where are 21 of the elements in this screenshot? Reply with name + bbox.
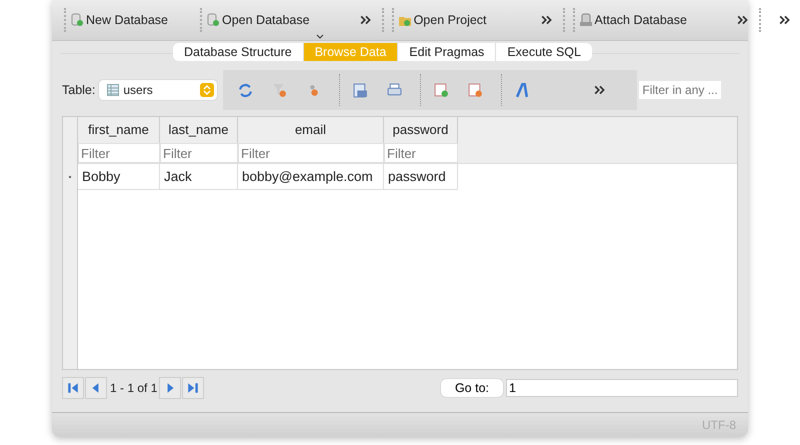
- table-label: Table:: [62, 83, 96, 97]
- tab[interactable]: Database Structure: [173, 43, 304, 61]
- table-dropdown[interactable]: users: [99, 80, 218, 100]
- table-cell: bobby@example.com: [238, 164, 384, 190]
- toolbar-button[interactable]: Open Database: [206, 13, 310, 27]
- filter-field[interactable]: Filter: [384, 143, 458, 163]
- filter-field[interactable]: Filter: [238, 143, 384, 163]
- filter-field[interactable]: Filter: [78, 143, 160, 163]
- go-to-field[interactable]: 1: [506, 379, 738, 397]
- filter-field[interactable]: Filter in any ...: [639, 81, 722, 99]
- tab[interactable]: Execute SQL: [496, 43, 592, 61]
- tab[interactable]: Edit Pragmas: [398, 43, 496, 61]
- record-range: 1 - 1 of 1: [110, 381, 158, 395]
- go-to-button[interactable]: Go to:: [440, 379, 503, 397]
- table-cell: Bobby: [78, 164, 160, 190]
- toolbar-button[interactable]: Attach Database: [578, 13, 687, 27]
- table-cell: password: [384, 164, 458, 190]
- table-cell: Jack: [160, 164, 238, 190]
- toolbar-button[interactable]: New Database: [70, 13, 168, 27]
- toolbar-button[interactable]: Open Project: [398, 13, 487, 27]
- filter-field[interactable]: Filter: [160, 143, 238, 163]
